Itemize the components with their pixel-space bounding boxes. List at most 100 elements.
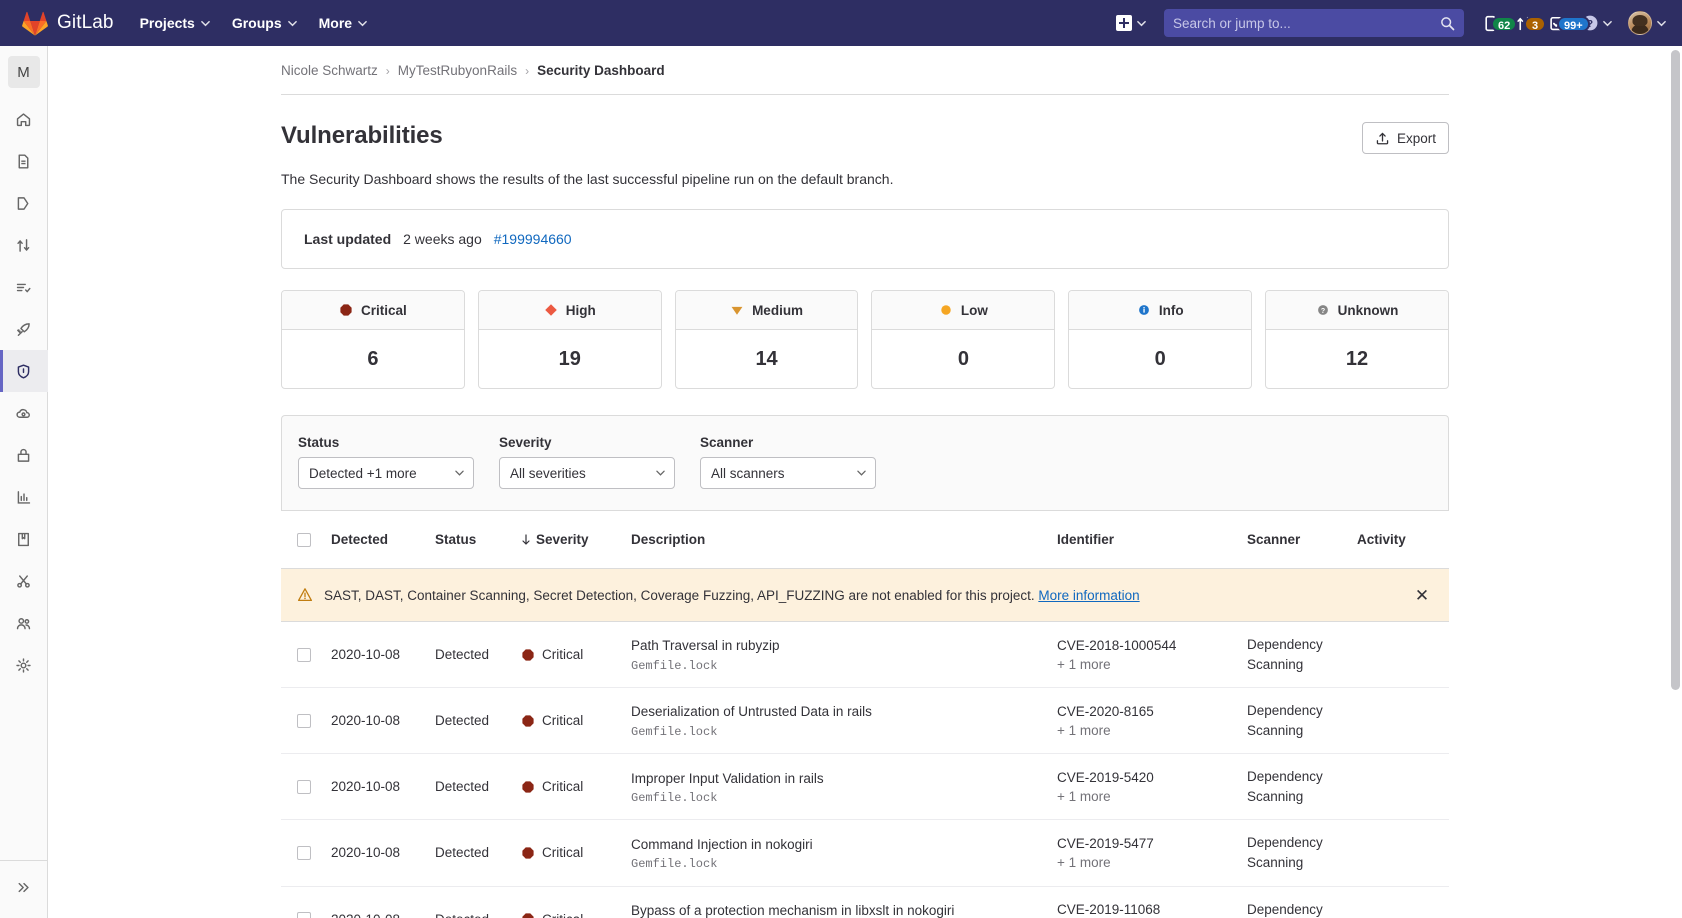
- home-icon: [16, 112, 31, 126]
- pipeline-link[interactable]: #199994660: [494, 231, 572, 247]
- search-box[interactable]: [1164, 9, 1464, 37]
- column-header-status[interactable]: Status: [435, 532, 521, 547]
- sidebar-item-ci-cd[interactable]: [0, 266, 48, 308]
- column-header-identifier[interactable]: Identifier: [1057, 532, 1247, 547]
- page-description: The Security Dashboard shows the results…: [281, 171, 894, 187]
- sidebar-item-deployments[interactable]: [0, 308, 48, 350]
- alert-close-button[interactable]: ✕: [1411, 584, 1433, 606]
- new-item-button[interactable]: [1108, 9, 1154, 37]
- merge-requests-counter-button[interactable]: 3: [1509, 9, 1546, 38]
- column-header-detected[interactable]: Detected: [331, 532, 435, 547]
- nav-groups[interactable]: Groups: [222, 8, 307, 38]
- row-description-file: Gemfile.lock: [631, 658, 718, 673]
- row-scanner: Dependency Scanning: [1247, 637, 1323, 672]
- severity-card-low[interactable]: Low 0: [871, 290, 1056, 389]
- sidebar-item-repository[interactable]: [0, 140, 48, 182]
- filter-scanner-select[interactable]: All scanners: [700, 457, 876, 489]
- export-button[interactable]: Export: [1361, 122, 1449, 154]
- sidebar-item-analytics[interactable]: [0, 476, 48, 518]
- sidebar-item-wiki[interactable]: [0, 518, 48, 560]
- row-identifier-main: CVE-2018-1000544: [1057, 637, 1177, 653]
- package-icon: [17, 448, 30, 462]
- table-row[interactable]: 2020-10-08 Detected Critical Bypass of a…: [281, 887, 1449, 918]
- severity-card-high[interactable]: High 19: [477, 290, 662, 389]
- column-header-severity[interactable]: Severity: [521, 532, 631, 547]
- column-header-scanner[interactable]: Scanner: [1247, 532, 1357, 547]
- row-checkbox[interactable]: [297, 713, 311, 728]
- row-checkbox[interactable]: [297, 647, 311, 662]
- row-severity-label: Critical: [542, 912, 583, 918]
- sidebar-project-avatar[interactable]: M: [7, 56, 40, 88]
- breadcrumb-item-project[interactable]: MyTestRubyonRails: [398, 63, 517, 78]
- row-detected: 2020-10-08: [331, 713, 401, 729]
- upload-icon: [1376, 132, 1389, 144]
- nav-more[interactable]: More: [309, 8, 377, 38]
- page-header: Vulnerabilities Export: [281, 95, 1449, 154]
- breadcrumb-separator: ›: [385, 63, 390, 78]
- severity-low-circle-icon: [941, 305, 951, 315]
- table-row[interactable]: 2020-10-08 Detected Critical Command Inj…: [281, 820, 1449, 887]
- severity-info-circle-icon: [1138, 305, 1149, 315]
- issues-counter-button[interactable]: 62: [1476, 9, 1518, 38]
- collapse-sidebar-button[interactable]: [0, 870, 47, 904]
- sidebar-item-settings[interactable]: [0, 644, 48, 686]
- row-identifier-main: CVE-2020-8165: [1057, 703, 1154, 719]
- sidebar-item-packages[interactable]: [0, 434, 48, 476]
- filter-severity-label: Severity: [499, 435, 552, 450]
- severity-critical-octagon-icon: [522, 715, 534, 727]
- row-description-title[interactable]: Improper Input Validation in rails: [631, 769, 1057, 789]
- row-description-title[interactable]: Bypass of a protection mechanism in libx…: [631, 901, 1057, 918]
- select-all-checkbox[interactable]: [297, 532, 311, 547]
- column-header-activity[interactable]: Activity: [1357, 532, 1433, 547]
- severity-card-medium-head: Medium: [675, 291, 858, 330]
- table-row[interactable]: 2020-10-08 Detected Critical Path Traver…: [281, 622, 1449, 689]
- filter-status-select[interactable]: Detected +1 more: [298, 457, 474, 489]
- row-description-title[interactable]: Deserialization of Untrusted Data in rai…: [631, 702, 1057, 722]
- row-identifier-more: + 1 more: [1057, 788, 1111, 804]
- sidebar-item-snippets[interactable]: [0, 560, 48, 602]
- gitlab-tanuki-logo: [22, 11, 48, 36]
- user-menu-button[interactable]: [1620, 7, 1670, 39]
- body-wrapper: M Nicole Schwartz › MyTestRubyonRails › …: [0, 46, 1682, 918]
- severity-card-info-head: Info: [1069, 291, 1252, 330]
- severity-card-medium[interactable]: Medium 14: [674, 290, 859, 389]
- row-checkbox[interactable]: [297, 779, 311, 794]
- sidebar-item-project-overview[interactable]: [0, 98, 48, 140]
- sidebar-item-issues[interactable]: [0, 182, 48, 224]
- breadcrumb-item-user[interactable]: Nicole Schwartz: [281, 63, 378, 78]
- table-row[interactable]: 2020-10-08 Detected Critical Deserializa…: [281, 688, 1449, 755]
- row-identifier: CVE-2018-1000544 + 1 more: [1057, 638, 1247, 672]
- row-description-title[interactable]: Path Traversal in rubyzip: [631, 636, 1057, 656]
- alert-more-information-link[interactable]: More information: [1038, 588, 1139, 603]
- nav-projects[interactable]: Projects: [130, 8, 220, 38]
- row-checkbox[interactable]: [297, 912, 311, 918]
- column-header-description[interactable]: Description: [631, 532, 1057, 547]
- sidebar-item-operations[interactable]: [0, 392, 48, 434]
- merge-request-icon: [17, 238, 30, 252]
- gear-icon: [16, 657, 31, 673]
- severity-card-unknown[interactable]: ? Unknown 12: [1265, 290, 1449, 389]
- sidebar-item-security-and-compliance[interactable]: [0, 350, 48, 392]
- filter-severity-select[interactable]: All severities: [499, 457, 675, 489]
- sidebar-item-members[interactable]: [0, 602, 48, 644]
- severity-card-unknown-count: 12: [1345, 347, 1369, 370]
- severity-card-info[interactable]: Info 0: [1068, 290, 1253, 389]
- row-identifier-main: CVE-2019-5477: [1057, 835, 1154, 851]
- todos-counter-button[interactable]: 99+: [1542, 9, 1590, 38]
- table-row[interactable]: 2020-10-08 Detected Critical Improper In…: [281, 754, 1449, 821]
- row-scanner: Dependency Scanning: [1247, 703, 1323, 738]
- alert-message: SAST, DAST, Container Scanning, Secret D…: [324, 588, 1400, 603]
- sidebar-item-merge-requests[interactable]: [0, 224, 48, 266]
- gitlab-home-link[interactable]: GitLab: [0, 11, 130, 36]
- alert-message-text: SAST, DAST, Container Scanning, Secret D…: [324, 587, 1035, 603]
- row-severity-label: Critical: [542, 647, 584, 663]
- severity-card-critical[interactable]: Critical 6: [281, 290, 465, 389]
- row-status: Detected: [435, 713, 490, 729]
- row-status: Detected: [435, 912, 521, 918]
- chevron-down-icon: [358, 20, 367, 26]
- row-description-title[interactable]: Command Injection in nokogiri: [631, 835, 1057, 855]
- users-icon: [16, 617, 31, 629]
- page-scrollbar[interactable]: [1671, 50, 1680, 690]
- row-checkbox[interactable]: [297, 845, 311, 860]
- search-input[interactable]: [1173, 15, 1440, 31]
